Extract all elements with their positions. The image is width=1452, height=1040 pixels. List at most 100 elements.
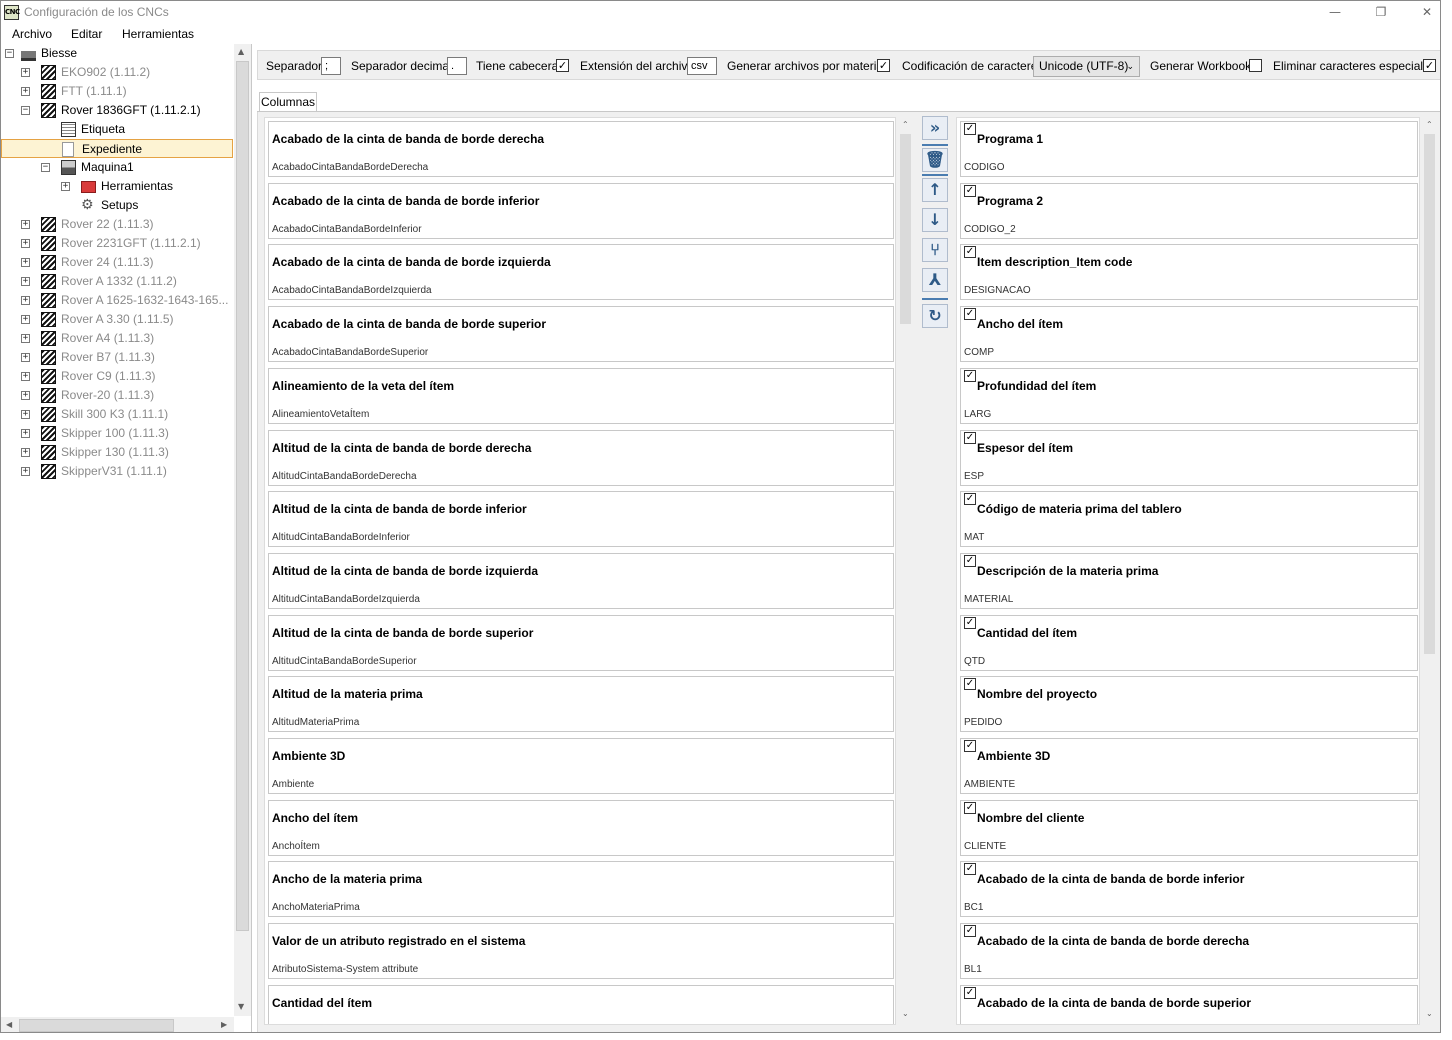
scroll-up-icon[interactable]: ▲ xyxy=(238,47,244,56)
tree-node[interactable]: + Skipper 100 (1.11.3) xyxy=(1,424,233,443)
selected-column-item[interactable]: ✓ Cantidad del ítem QTD xyxy=(960,614,1418,671)
delete-icon[interactable]: 🗑 xyxy=(922,148,948,172)
tree-node[interactable]: + Herramientas xyxy=(1,177,233,196)
minimize-button[interactable]: — xyxy=(1312,1,1358,23)
add-all-icon[interactable]: » xyxy=(922,116,948,140)
move-up-icon[interactable]: ↑ xyxy=(922,178,948,202)
tree-node[interactable]: + SkipperV31 (1.11.1) xyxy=(1,462,233,481)
expand-icon[interactable]: + xyxy=(21,353,30,362)
restore-button[interactable]: ❐ xyxy=(1358,1,1404,23)
selected-column-item[interactable]: ✓ Item description_Item code DESIGNACAO xyxy=(960,244,1418,301)
tree-node[interactable]: + Rover A 1332 (1.11.2) xyxy=(1,272,233,291)
expand-icon[interactable]: + xyxy=(21,277,30,286)
column-enabled-checkbox[interactable]: ✓ xyxy=(964,863,976,876)
available-column-item[interactable]: Acabado de la cinta de banda de borde de… xyxy=(268,121,894,177)
available-column-item[interactable]: Altitud de la cinta de banda de borde su… xyxy=(268,614,894,671)
collapse-icon[interactable]: − xyxy=(41,163,50,172)
column-enabled-checkbox[interactable]: ✓ xyxy=(964,986,976,999)
expand-icon[interactable]: + xyxy=(21,467,30,476)
column-enabled-checkbox[interactable]: ✓ xyxy=(964,308,976,321)
available-column-item[interactable]: Altitud de la cinta de banda de borde in… xyxy=(268,491,894,548)
column-enabled-checkbox[interactable]: ✓ xyxy=(964,740,976,752)
expand-icon[interactable]: + xyxy=(21,391,30,400)
selected-column-item[interactable]: ✓ Programa 1 CODIGO xyxy=(960,121,1418,177)
tree-node[interactable]: Expediente xyxy=(1,139,233,158)
close-button[interactable]: ✕ xyxy=(1404,1,1440,23)
selected-column-item[interactable]: ✓ Código de materia prima del tablero MAT xyxy=(960,491,1418,548)
column-enabled-checkbox[interactable]: ✓ xyxy=(964,925,976,938)
tree-node[interactable]: + FTT (1.11.1) xyxy=(1,82,233,101)
available-column-item[interactable]: Altitud de la materia prima AltitudMateri… xyxy=(268,676,894,733)
selected-column-item[interactable]: ✓ Acabado de la cinta de banda de borde s… xyxy=(960,984,1418,1024)
available-column-item[interactable]: Altitud de la cinta de banda de borde iz… xyxy=(268,552,894,609)
selected-column-item[interactable]: ✓ Profundidad del ítem LARG xyxy=(960,367,1418,424)
tree-horizontal-scrollbar[interactable]: ◀ ▶ xyxy=(1,1017,234,1032)
tree-node[interactable]: − Maquina1 xyxy=(1,158,233,177)
tree-node[interactable]: Etiqueta xyxy=(1,120,233,139)
tree-node[interactable]: + Rover A4 (1.11.3) xyxy=(1,329,233,348)
selected-column-item[interactable]: ✓ Acabado de la cinta de banda de borde i… xyxy=(960,861,1418,918)
available-column-item[interactable]: Alineamiento de la veta del ítem Alineami… xyxy=(268,367,894,424)
tree-node[interactable]: − Biesse xyxy=(1,44,233,63)
available-column-item[interactable]: Ambiente 3D Ambiente xyxy=(268,738,894,794)
selected-column-item[interactable]: ✓ Nombre del cliente CLIENTE xyxy=(960,799,1418,856)
tree-vertical-scrollbar[interactable]: ▲ ▼ xyxy=(234,44,251,1016)
available-list-scrollbar[interactable]: ⌃ ⌄ xyxy=(897,117,914,1025)
available-column-item[interactable]: Altitud de la cinta de banda de borde de… xyxy=(268,429,894,486)
merge-icon[interactable]: ⑂ xyxy=(922,238,948,262)
available-column-item[interactable]: Cantidad del ítem xyxy=(268,984,894,1024)
available-column-item[interactable]: Acabado de la cinta de banda de borde in… xyxy=(268,182,894,239)
tree-node[interactable]: + Rover-20 (1.11.3) xyxy=(1,386,233,405)
scroll-down-icon[interactable]: ⌄ xyxy=(902,1009,909,1018)
tree-node[interactable]: + Rover 24 (1.11.3) xyxy=(1,253,233,272)
selected-list-scrollbar[interactable]: ⌃ ⌄ xyxy=(1421,117,1438,1025)
expand-icon[interactable]: + xyxy=(21,68,30,77)
menu-herramientas[interactable]: Herramientas xyxy=(122,27,194,41)
tree-node[interactable]: + Rover B7 (1.11.3) xyxy=(1,348,233,367)
available-column-item[interactable]: Ancho del ítem AnchoÍtem xyxy=(268,799,894,856)
expand-icon[interactable]: + xyxy=(21,239,30,248)
scroll-up-icon[interactable]: ⌃ xyxy=(1426,120,1433,129)
scroll-down-icon[interactable]: ▼ xyxy=(238,1002,244,1011)
decimal-separator-input[interactable]: . xyxy=(447,57,467,75)
available-column-item[interactable]: Ancho de la materia prima AnchoMateriaPri… xyxy=(268,861,894,918)
expand-icon[interactable]: + xyxy=(21,220,30,229)
expand-icon[interactable]: + xyxy=(21,258,30,267)
expand-icon[interactable]: + xyxy=(21,334,30,343)
workbook-checkbox[interactable] xyxy=(1249,59,1262,72)
column-enabled-checkbox[interactable]: ✓ xyxy=(964,493,976,506)
available-column-item[interactable]: Acabado de la cinta de banda de borde su… xyxy=(268,306,894,363)
column-enabled-checkbox[interactable]: ✓ xyxy=(964,123,976,135)
available-scroll-thumb[interactable] xyxy=(900,134,911,324)
expand-icon[interactable]: + xyxy=(21,87,30,96)
column-enabled-checkbox[interactable]: ✓ xyxy=(964,678,976,691)
tree-node[interactable]: + Skipper 130 (1.11.3) xyxy=(1,443,233,462)
move-down-icon[interactable]: ↓ xyxy=(922,208,948,232)
per-material-checkbox[interactable]: ✓ xyxy=(877,59,890,72)
menu-archivo[interactable]: Archivo xyxy=(12,27,52,41)
selected-column-item[interactable]: ✓ Descripción de la materia prima MATERIAL xyxy=(960,552,1418,609)
scroll-down-icon[interactable]: ⌄ xyxy=(1426,1009,1433,1018)
selected-column-item[interactable]: ✓ Nombre del proyecto PEDIDO xyxy=(960,676,1418,733)
column-enabled-checkbox[interactable]: ✓ xyxy=(964,369,976,382)
available-column-item[interactable]: Acabado de la cinta de banda de borde iz… xyxy=(268,244,894,301)
refresh-icon[interactable]: ↻ xyxy=(922,304,948,328)
tree-node[interactable]: + Rover A 1625-1632-1643-165... xyxy=(1,291,233,310)
column-enabled-checkbox[interactable]: ✓ xyxy=(964,246,976,259)
scroll-right-icon[interactable]: ▶ xyxy=(221,1020,227,1029)
tree-node[interactable]: ⚙ Setups xyxy=(1,196,233,215)
tree-node[interactable]: + Rover A 3.30 (1.11.5) xyxy=(1,310,233,329)
tree-node[interactable]: + Rover 2231GFT (1.11.2.1) xyxy=(1,234,233,253)
selected-column-item[interactable]: ✓ Acabado de la cinta de banda de borde d… xyxy=(960,923,1418,980)
tree-node[interactable]: + EKO902 (1.11.2) xyxy=(1,63,233,82)
tree-scroll-thumb[interactable] xyxy=(236,61,249,931)
expand-icon[interactable]: + xyxy=(21,410,30,419)
menu-editar[interactable]: Editar xyxy=(71,27,102,41)
selected-column-item[interactable]: ✓ Ambiente 3D AMBIENTE xyxy=(960,738,1418,794)
column-enabled-checkbox[interactable]: ✓ xyxy=(964,801,976,814)
column-enabled-checkbox[interactable]: ✓ xyxy=(964,554,976,567)
column-enabled-checkbox[interactable]: ✓ xyxy=(964,431,976,444)
tree-node[interactable]: + Skill 300 K3 (1.11.1) xyxy=(1,405,233,424)
expand-icon[interactable]: + xyxy=(21,448,30,457)
tree-node[interactable]: − Rover 1836GFT (1.11.2.1) xyxy=(1,101,233,120)
